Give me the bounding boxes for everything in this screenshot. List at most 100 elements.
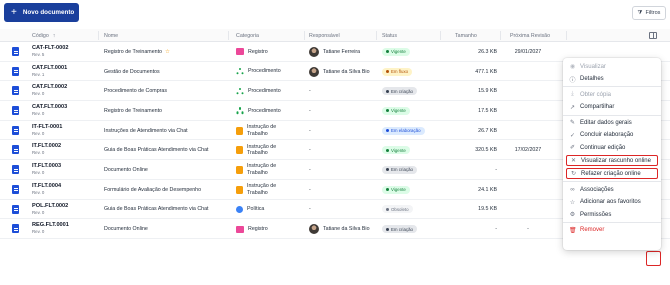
menu-item-label: Adicionar aos favoritos [580, 199, 641, 206]
menu-item-refazer-criacao-online[interactable]: ↻ Refazer criação online [566, 168, 658, 180]
document-revision: Rev. 0 [32, 229, 45, 235]
menu-item-visualizar-rascunho-online[interactable]: ✕ Visualizar rascunho online [566, 155, 658, 167]
check-circle-icon: ✓ [569, 132, 576, 139]
responsible-name: Tatiane Ferreira [323, 48, 361, 55]
document-code-text[interactable]: CAT-FLT-0002 [32, 45, 68, 51]
menu-item-label: Remover [580, 227, 605, 234]
document-code-text[interactable]: IT-FLT-0001 [32, 124, 62, 130]
document-icon [12, 47, 19, 56]
filter-label: Filtros [645, 10, 661, 16]
document-code-text[interactable]: IT.FLT.0003 [32, 163, 61, 169]
document-code-text[interactable]: IT.FLT.0004 [32, 183, 61, 189]
column-tamanho-label: Tamanho [455, 32, 477, 39]
responsible-cell: Tatiane da Silva Bio [309, 219, 370, 239]
menu-item-permissoes[interactable]: ⚙ Permissões [563, 209, 661, 220]
redo-icon: ↻ [570, 171, 577, 178]
document-icon [12, 106, 19, 116]
responsible-cell: - [309, 160, 311, 180]
size-cell: - [440, 219, 497, 239]
status-dot-icon [386, 89, 389, 93]
column-proxima-revisao[interactable]: Próxima Revisão [510, 29, 550, 42]
document-name-cell: Guia de Boas Práticas Atendimento via Ch… [104, 200, 209, 220]
column-nome-label: Nome [104, 32, 119, 39]
document-code-text[interactable]: IT.FLT.0002 [32, 143, 61, 149]
avatar [309, 66, 319, 77]
column-responsavel[interactable]: Responsável [309, 29, 340, 42]
status-dot-icon [386, 148, 389, 152]
document-code-text[interactable]: CAT.FLT.0001 [32, 65, 67, 71]
filter-button[interactable]: ⧩ Filtros [632, 6, 666, 20]
columns-settings-icon[interactable] [649, 32, 657, 39]
document-code: IT.FLT.0004 Rev. 0 [32, 183, 61, 195]
document-name: Documento Online [104, 166, 148, 173]
category-label: Procedimento [248, 107, 281, 114]
menu-item-continuar-edicao[interactable]: ✐ Continuar edição [563, 142, 661, 153]
favorite-star-icon[interactable]: ☆ [165, 49, 170, 55]
status-dot-icon [386, 70, 389, 74]
draft-view-icon: ✕ [570, 158, 577, 165]
column-tamanho[interactable]: Tamanho [455, 29, 477, 42]
document-icon [12, 165, 19, 175]
file-size: - [495, 226, 497, 233]
responsible-cell: - [309, 200, 311, 220]
responsible-cell: - [309, 140, 311, 160]
download-icon: ⤓ [571, 91, 574, 98]
file-size: 26.7 KB [478, 127, 497, 134]
responsible-cell: - [309, 121, 311, 141]
document-icon [12, 204, 19, 214]
document-name: Instruções de Atendimento via Chat [104, 127, 188, 134]
menu-item-label: Refazer criação online [581, 170, 641, 177]
menu-item-compartilhar[interactable]: ↗ Compartilhar [563, 102, 661, 113]
document-code-text[interactable]: CAT.FLT.0003 [32, 104, 67, 110]
column-status[interactable]: Status [382, 29, 397, 42]
new-document-label: Novo documento [22, 9, 75, 16]
file-size: 477.1 KB [475, 68, 497, 75]
document-icon [12, 184, 19, 194]
category-cell: Registro [236, 219, 302, 239]
size-cell: 477.1 KB [440, 62, 497, 82]
column-responsavel-label: Responsável [309, 32, 340, 39]
document-code-text[interactable]: REG.FLT.0001 [32, 222, 69, 228]
document-revision: Rev. 0 [32, 189, 45, 195]
menu-item-detalhes[interactable]: ⓘ Detalhes [563, 74, 661, 85]
document-name-cell: Instruções de Atendimento via Chat [104, 121, 188, 141]
next-revision-cell: - [500, 219, 556, 239]
document-code-text[interactable]: CAT.FLT.0002 [32, 84, 67, 90]
document-name: Formulário de Avaliação de Desempenho [104, 186, 202, 193]
status-label: Vigente [391, 49, 406, 55]
menu-item-editar-dados-gerais[interactable]: ✎ Editar dados gerais [563, 117, 661, 128]
document-code: IT-FLT-0001 Rev. 0 [32, 124, 62, 136]
file-size: - [495, 166, 497, 173]
document-code-text[interactable]: POL.FLT.0002 [32, 203, 68, 209]
category-cell: Instrução de Trabalho [236, 160, 302, 180]
menu-item-associacoes[interactable]: ∞ Associações [563, 184, 661, 195]
document-code: REG.FLT.0001 Rev. 0 [32, 222, 69, 234]
next-revision-date: 17/02/2027 [514, 147, 542, 154]
category-label: Instrução de Trabalho [247, 183, 277, 196]
status-badge: Em fluxo [382, 67, 413, 76]
status-cell: Vigente [382, 42, 410, 62]
responsible-name: - [309, 206, 311, 213]
menu-item-obter-copia: ⤓ Obter cópia [563, 89, 661, 100]
menu-item-label: Associações [580, 186, 614, 193]
document-name-cell: Formulário de Avaliação de Desempenho [104, 180, 201, 200]
column-nome[interactable]: Nome [104, 29, 118, 42]
column-codigo[interactable]: Código ↑ [32, 29, 55, 42]
document-revision: Rev. 5 [32, 52, 45, 57]
status-label: Obsoleto [391, 206, 409, 212]
category-cell: Registro [236, 42, 302, 62]
status-label: Em elaboração [391, 128, 421, 134]
column-categoria[interactable]: Categoria [236, 29, 259, 42]
table-header: Código ↑ Nome Categoria Responsável Stat… [0, 29, 670, 42]
file-size: 320.5 KB [475, 147, 497, 154]
new-document-button[interactable]: + Novo documento [4, 3, 79, 22]
menu-item-remover[interactable]: 🗑 Remover [563, 225, 661, 236]
status-cell: Vigente [382, 101, 410, 121]
document-name: Gestão de Documentos [104, 68, 160, 75]
menu-item-adicionar-aos-favoritos[interactable]: ☆ Adicionar aos favoritos [563, 197, 661, 208]
category-cell: Instrução de Trabalho [236, 180, 302, 200]
status-label: Em criação [391, 167, 413, 173]
document-revision: Rev. 0 [32, 170, 45, 176]
menu-item-concluir-elaboracao[interactable]: ✓ Concluir elaboração [563, 130, 661, 141]
status-cell: Vigente [382, 140, 410, 160]
